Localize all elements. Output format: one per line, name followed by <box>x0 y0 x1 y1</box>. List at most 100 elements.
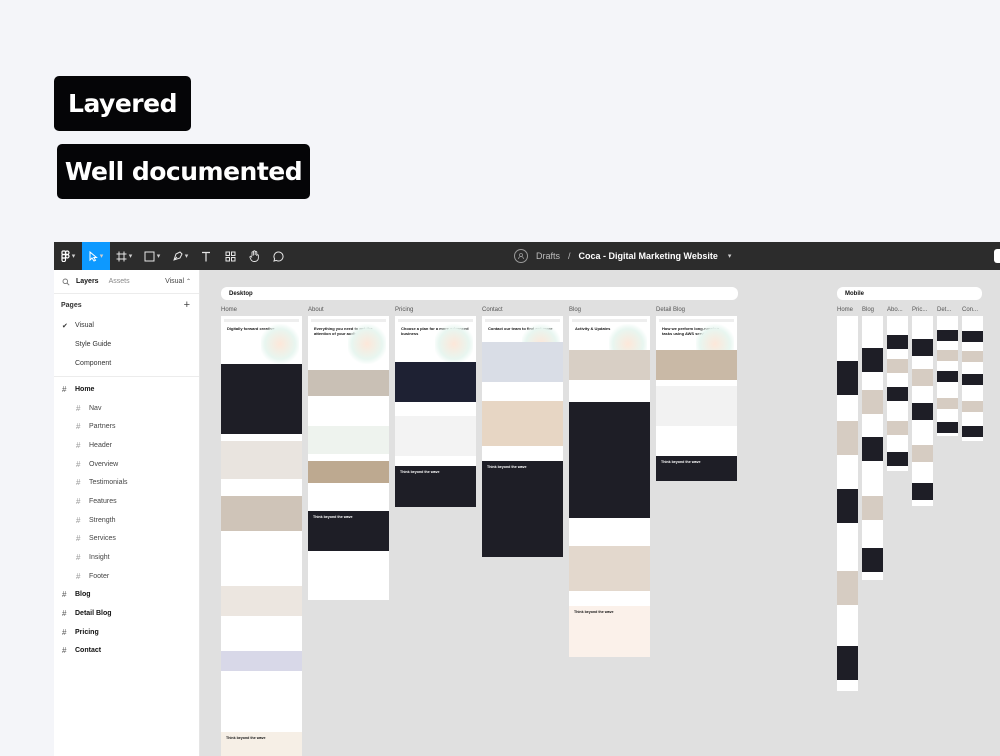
mobile-section-block <box>937 422 958 433</box>
layer-contact[interactable]: # Contact <box>54 642 199 661</box>
layer-label: Header <box>89 441 112 449</box>
layer-strength[interactable]: # Strength <box>54 511 199 530</box>
tab-assets[interactable]: Assets <box>109 278 130 285</box>
layer-blog[interactable]: # Blog <box>54 586 199 605</box>
frame-section-block <box>308 370 389 396</box>
layer-features[interactable]: # Features <box>54 492 199 511</box>
pages-heading: Pages <box>61 301 82 309</box>
rectangle-icon <box>144 251 155 261</box>
page-item-component[interactable]: Component <box>54 354 199 373</box>
frame-section-block <box>221 364 302 434</box>
layer-label: Home <box>75 385 95 393</box>
layer-detail-blog[interactable]: # Detail Blog <box>54 604 199 623</box>
layer-overview[interactable]: # Overview <box>54 455 199 474</box>
frame-icon: # <box>76 459 81 469</box>
frame-icon <box>116 251 127 261</box>
frame-section-block <box>482 401 563 446</box>
layer-testimonials[interactable]: # Testimonials <box>54 473 199 492</box>
mobile-section-block <box>837 361 858 395</box>
layer-nav[interactable]: # Nav <box>54 399 199 418</box>
search-icon[interactable] <box>62 278 70 286</box>
figma-toolbar: ▾ ▾ ▾ ▾ ▾ Drafts / Coca - Digital Market… <box>54 242 1000 270</box>
figma-menu-button[interactable]: ▾ <box>54 242 82 270</box>
page-item-style-guide[interactable]: Style Guide <box>54 335 199 354</box>
hand-tool-button[interactable] <box>242 242 266 270</box>
mobile-section-block <box>837 571 858 605</box>
shape-tool-button[interactable]: ▾ <box>138 242 166 270</box>
mobile-section-block <box>912 445 933 462</box>
page-item-visual[interactable]: ✔ Visual <box>54 316 199 335</box>
text-tool-button[interactable] <box>194 242 218 270</box>
figma-logo-icon <box>61 250 70 262</box>
chevron-down-icon: ⌃ <box>185 279 191 285</box>
layer-home[interactable]: # Home <box>54 380 199 399</box>
tab-layers[interactable]: Layers <box>76 278 99 285</box>
mobile-frame-3[interactable] <box>912 316 933 506</box>
design-canvas[interactable]: Desktop Mobile Home Digitally forward cre… <box>200 270 1000 756</box>
frame-label: Detail Blog <box>656 307 686 313</box>
frame-label: Contact <box>482 307 503 313</box>
user-avatar[interactable] <box>994 249 1000 263</box>
file-title[interactable]: Coca - Digital Marketing Website <box>579 251 718 261</box>
frame-section-block <box>569 350 650 380</box>
layer-services[interactable]: # Services <box>54 530 199 549</box>
add-page-icon[interactable]: + <box>184 299 190 311</box>
layer-header[interactable]: # Header <box>54 436 199 455</box>
frame-section-block <box>221 651 302 671</box>
mobile-frame-5[interactable] <box>962 316 983 441</box>
layer-label: Footer <box>89 572 110 580</box>
layer-label: Insight <box>89 554 110 562</box>
layer-footer[interactable]: # Footer <box>54 567 199 586</box>
chevron-down-icon: ▾ <box>71 253 76 260</box>
mobile-frame-4[interactable] <box>937 316 958 436</box>
mobile-section-block <box>862 348 883 372</box>
chevron-down-icon: ▾ <box>99 253 104 260</box>
breadcrumb-location[interactable]: Drafts <box>536 251 560 261</box>
mobile-section-block <box>887 335 908 349</box>
layer-label: Strength <box>89 516 116 524</box>
desktop-frame-pricing[interactable]: Choose a plan for a more advanced busine… <box>395 316 476 507</box>
resources-button[interactable] <box>218 242 242 270</box>
mobile-section[interactable]: Mobile <box>837 287 982 300</box>
layer-partners[interactable]: # Partners <box>54 417 199 436</box>
chevron-down-icon[interactable]: ▾ <box>728 252 732 260</box>
mobile-frame-1[interactable] <box>862 316 883 580</box>
frame-icon: # <box>76 422 81 432</box>
layer-insight[interactable]: # Insight <box>54 548 199 567</box>
comment-icon <box>272 250 284 262</box>
desktop-frame-blog[interactable]: Activity & Updates Think beyond the wave <box>569 316 650 657</box>
frame-nav <box>224 319 299 322</box>
frame-icon: # <box>62 646 67 656</box>
mobile-frame-0[interactable] <box>837 316 858 691</box>
frame-section-block <box>482 342 563 382</box>
desktop-frame-about[interactable]: Everything you need to get the attention… <box>308 316 389 600</box>
mobile-section-block <box>962 401 983 412</box>
page-item-label: Style Guide <box>75 341 112 348</box>
pen-tool-button[interactable]: ▾ <box>166 242 194 270</box>
mobile-frame-label: Blog <box>862 307 875 313</box>
desktop-frame-home[interactable]: Digitally forward creative Think beyond t… <box>221 316 302 756</box>
desktop-frame-contact[interactable]: Contact our team to find out more Think b… <box>482 316 563 557</box>
mobile-frame-2[interactable] <box>887 316 908 471</box>
desktop-frame-detail-blog[interactable]: How we perform long-running tasks using … <box>656 316 737 481</box>
page-selector[interactable]: Visual ⌃ <box>165 278 191 285</box>
frame-section-block <box>395 362 476 402</box>
layer-pricing[interactable]: # Pricing <box>54 623 199 642</box>
mobile-section-block <box>862 390 883 414</box>
desktop-section[interactable]: Desktop <box>221 287 738 300</box>
frame-section-block <box>308 461 389 483</box>
frame-icon: # <box>76 571 81 581</box>
frame-label: Pricing <box>395 307 414 313</box>
move-tool-button[interactable]: ▾ <box>82 242 110 270</box>
mobile-frame-label: Abo... <box>887 307 903 313</box>
mobile-section-block <box>837 489 858 523</box>
frame-section-block <box>569 546 650 591</box>
layer-label: Partners <box>89 423 116 431</box>
comment-tool-button[interactable] <box>266 242 290 270</box>
chevron-down-icon: ▾ <box>156 253 161 260</box>
frame-tool-button[interactable]: ▾ <box>110 242 138 270</box>
pages-header: Pages + <box>54 294 199 316</box>
layer-label: Blog <box>75 591 91 599</box>
chevron-down-icon: ▾ <box>184 253 189 260</box>
chevron-down-icon: ▾ <box>128 253 133 260</box>
